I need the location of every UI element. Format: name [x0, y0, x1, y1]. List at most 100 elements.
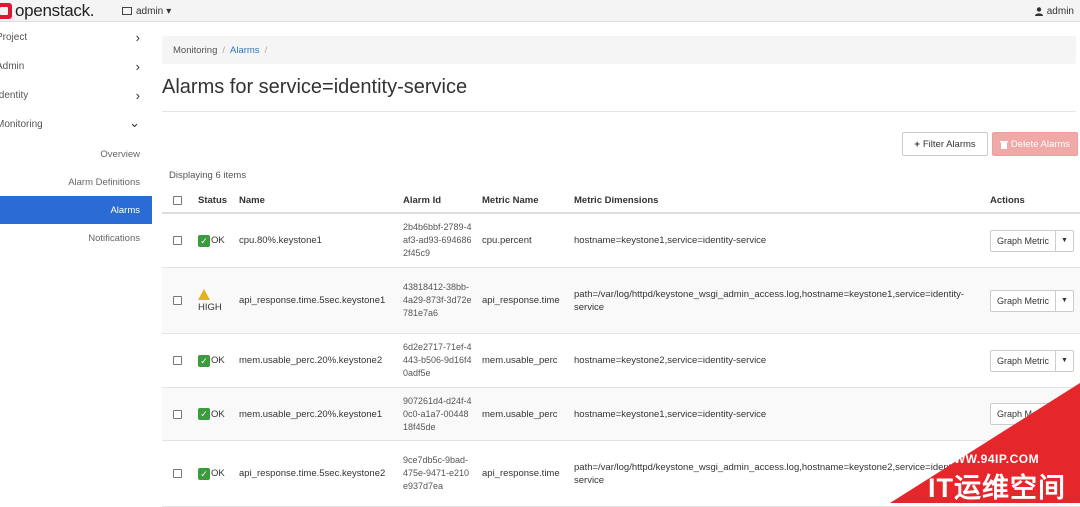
- chevron-right-icon: ›: [135, 30, 140, 45]
- row-actions: Graph Metric ▼: [990, 462, 1075, 485]
- status-text: OK: [211, 408, 225, 420]
- status-text: HIGH: [198, 301, 222, 313]
- row-actions: Graph Metric ▼: [990, 229, 1075, 252]
- graph-metric-button[interactable]: Graph Metric: [990, 462, 1057, 485]
- status-cell: ✓ OK: [198, 388, 225, 440]
- select-all-checkbox[interactable]: [173, 195, 182, 205]
- chevron-right-icon: ›: [135, 88, 140, 103]
- metric-dimensions: hostname=keystone2,service=identity-serv…: [574, 355, 767, 366]
- graph-metric-button[interactable]: Graph Metric: [990, 349, 1057, 372]
- actions-cell: Graph Metric ▼: [990, 268, 1075, 333]
- filter-alarms-button[interactable]: + Filter Alarms: [902, 132, 988, 156]
- metric-dimensions: hostname=keystone1,service=identity-serv…: [574, 408, 767, 420]
- page-title: Alarms for service=identity-service: [162, 76, 468, 98]
- alarm-id: 43818412-38bb-4a29-873f-3d72e781e7a6: [403, 282, 472, 318]
- row-select-cell: [173, 334, 182, 387]
- user-icon: [1034, 6, 1043, 16]
- column-header-alarm-id[interactable]: Alarm Id: [403, 188, 441, 212]
- graph-metric-button[interactable]: Graph Metric: [990, 289, 1057, 312]
- alarm-id-cell: 9ce7db5c-9bad-475e-9471-e210e937d7ea: [403, 441, 473, 506]
- row-select-cell: [173, 214, 182, 267]
- metric-name: mem.usable_perc: [482, 408, 558, 420]
- alarm-id: 9ce7db5c-9bad-475e-9471-e210e937d7ea: [403, 455, 470, 491]
- more-actions-caret-icon[interactable]: ▼: [1056, 289, 1075, 312]
- sidebar-subitem-alarm-definitions[interactable]: Alarm Definitions: [0, 168, 152, 196]
- metric-name: api_response.time: [482, 468, 560, 479]
- alarm-name: cpu.80%.keystone1: [239, 235, 322, 246]
- breadcrumb: Monitoring / Alarms /: [162, 36, 1076, 64]
- sidebar-subitem-notifications[interactable]: Notifications: [0, 224, 152, 252]
- metric-dimensions: path=/var/log/httpd/keystone_wsgi_admin_…: [574, 288, 964, 313]
- top-navbar: openstack. admin ▾ admin: [0, 0, 1080, 22]
- alarm-id-cell: 907261d4-d24f-40c0-a1a7-0044818f45de: [403, 388, 473, 440]
- delete-alarms-label: Delete Alarms: [1010, 138, 1071, 150]
- select-all-cell: [173, 188, 182, 212]
- metric-dimensions-cell: hostname=keystone1,service=identity-serv…: [574, 388, 984, 440]
- project-icon: [122, 7, 132, 15]
- graph-metric-button[interactable]: Graph Metric: [990, 229, 1057, 252]
- check-icon: ✓: [198, 467, 210, 480]
- more-actions-caret-icon[interactable]: ▼: [1056, 349, 1075, 372]
- sidebar-item-label: Monitoring: [0, 119, 43, 130]
- sidebar-subitem-label: Notifications: [88, 232, 140, 244]
- alarms-table: Status Name Alarm Id Metric Name Metric …: [162, 188, 1080, 507]
- breadcrumb-item-monitoring[interactable]: Monitoring: [173, 45, 217, 56]
- sidebar-subitem-label: Overview: [100, 148, 140, 160]
- status-cell: ✓ OK: [198, 441, 225, 506]
- sidebar-item-admin[interactable]: Admin ›: [0, 52, 152, 81]
- column-header-name[interactable]: Name: [239, 188, 265, 212]
- row-checkbox[interactable]: [173, 469, 182, 478]
- actions-cell: Graph Metric ▼: [990, 334, 1075, 387]
- alarm-name: mem.usable_perc.20%.keystone1: [239, 408, 383, 420]
- column-header-metric-dimensions[interactable]: Metric Dimensions: [574, 188, 658, 212]
- metric-dimensions-cell: path=/var/log/httpd/keystone_wsgi_admin_…: [574, 268, 984, 333]
- project-label: admin: [136, 5, 164, 17]
- brand-text: openstack.: [15, 1, 95, 20]
- project-switcher[interactable]: admin ▾: [122, 0, 171, 22]
- actions-cell: Graph Metric ▼: [990, 388, 1075, 440]
- row-checkbox[interactable]: [173, 236, 182, 245]
- status-text: OK: [211, 355, 225, 366]
- alarm-id-cell: 6d2e2717-71ef-4443-b506-9d16f40adf5e: [403, 334, 473, 387]
- plus-icon: +: [914, 138, 920, 150]
- more-actions-caret-icon[interactable]: ▼: [1056, 462, 1075, 485]
- more-actions-caret-icon[interactable]: ▼: [1056, 229, 1075, 252]
- row-actions: Graph Metric ▼: [990, 349, 1075, 372]
- sidebar-item-project[interactable]: Project ›: [0, 23, 152, 52]
- table-row: HIGH api_response.time.5sec.keystone1 43…: [162, 268, 1080, 334]
- check-icon: ✓: [198, 354, 210, 367]
- alarm-id: 907261d4-d24f-40c0-a1a7-0044818f45de: [403, 395, 472, 432]
- metric-dimensions: hostname=keystone1,service=identity-serv…: [574, 235, 767, 246]
- check-icon: ✓: [198, 234, 210, 247]
- sidebar-item-label: Project: [0, 32, 28, 43]
- row-checkbox[interactable]: [173, 356, 182, 365]
- sidebar-subitem-overview[interactable]: Overview: [0, 140, 152, 168]
- sidebar-item-monitoring[interactable]: Monitoring ⌄: [0, 110, 152, 139]
- filter-alarms-label: Filter Alarms: [922, 138, 976, 150]
- sidebar-item-identity[interactable]: Identity ›: [0, 81, 152, 110]
- sidebar-subitem-alarms[interactable]: Alarms: [0, 196, 152, 224]
- delete-alarms-button[interactable]: Delete Alarms: [992, 132, 1078, 156]
- row-select-cell: [173, 388, 182, 440]
- row-checkbox[interactable]: [173, 296, 182, 305]
- breadcrumb-item-alarms[interactable]: Alarms: [230, 45, 260, 56]
- row-checkbox[interactable]: [173, 409, 182, 419]
- brand[interactable]: openstack.: [0, 0, 95, 22]
- graph-metric-button[interactable]: Graph Metric: [990, 403, 1057, 425]
- more-actions-caret-icon[interactable]: ▼: [1056, 403, 1075, 425]
- alarm-id: 6d2e2717-71ef-4443-b506-9d16f40adf5e: [403, 342, 472, 378]
- row-actions: Graph Metric ▼: [990, 289, 1075, 312]
- breadcrumb-separator: /: [264, 44, 268, 56]
- status-badge: ✓ OK: [198, 408, 225, 420]
- status-cell: HIGH: [198, 268, 222, 333]
- column-header-status[interactable]: Status: [198, 188, 227, 212]
- metric-dimensions-cell: hostname=keystone1,service=identity-serv…: [574, 214, 984, 267]
- status-text: OK: [211, 235, 225, 246]
- status-badge: ✓ OK: [198, 354, 225, 367]
- user-menu[interactable]: admin: [1034, 0, 1074, 22]
- warning-icon: [198, 288, 210, 300]
- caret-down-icon: ▾: [166, 5, 172, 17]
- table-row: ✓ OK mem.usable_perc.20%.keystone2 6d2e2…: [162, 334, 1080, 388]
- alarm-id-cell: 2b4b6bbf-2789-4af3-ad93-6946862f45c9: [403, 214, 473, 267]
- column-header-metric-name[interactable]: Metric Name: [482, 188, 539, 212]
